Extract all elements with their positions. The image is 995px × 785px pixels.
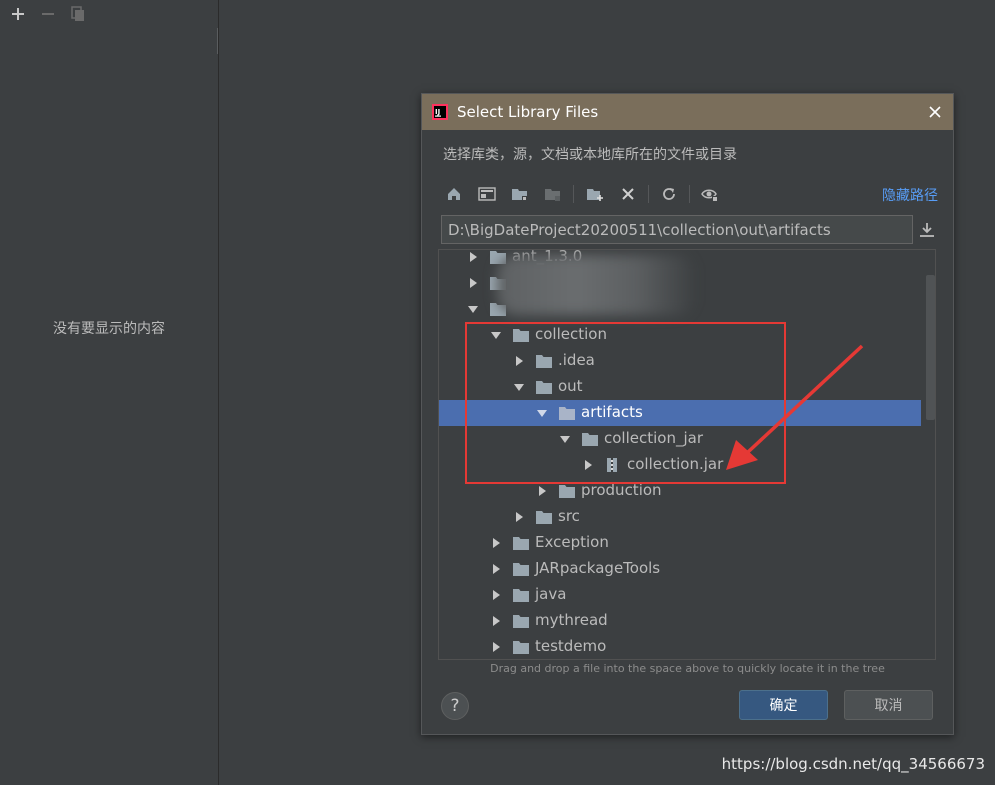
folder-icon bbox=[513, 615, 529, 628]
expand-down-arrow-icon[interactable] bbox=[513, 380, 525, 394]
tree-row[interactable]: collection_jar bbox=[439, 426, 921, 452]
tree-row-label: .idea bbox=[558, 351, 595, 369]
project-folder-icon[interactable] bbox=[509, 182, 531, 206]
tree-row-label: mythread bbox=[535, 611, 608, 629]
tree-row[interactable]: JARpackageTools bbox=[439, 556, 921, 582]
desktop-icon[interactable] bbox=[476, 182, 498, 206]
dialog-title: Select Library Files bbox=[457, 103, 599, 121]
folder-icon bbox=[536, 381, 552, 394]
expand-down-arrow-icon[interactable] bbox=[490, 328, 502, 342]
path-input[interactable]: D:\BigDateProject20200511\collection\out… bbox=[441, 215, 913, 244]
ok-button[interactable]: 确定 bbox=[739, 690, 828, 720]
file-chooser-toolbar: 隐藏路径 bbox=[443, 182, 938, 206]
drag-drop-hint: Drag and drop a file into the space abov… bbox=[490, 662, 885, 675]
expand-right-arrow-icon[interactable] bbox=[536, 484, 548, 498]
expand-down-arrow-icon[interactable] bbox=[559, 432, 571, 446]
download-icon[interactable] bbox=[916, 218, 938, 242]
tree-row-label: collection bbox=[535, 325, 607, 343]
tree-row-label: java bbox=[535, 585, 567, 603]
tree-row-label: Exception bbox=[535, 533, 609, 551]
expand-right-arrow-icon[interactable] bbox=[513, 510, 525, 524]
expand-right-arrow-icon[interactable] bbox=[467, 250, 479, 264]
folder-icon bbox=[536, 355, 552, 368]
tree-row-label: testdemo bbox=[535, 637, 607, 655]
tree-row-label: JARpackageTools bbox=[535, 559, 661, 577]
folder-icon bbox=[513, 537, 529, 550]
tree-row[interactable]: src bbox=[439, 504, 921, 530]
dialog-description: 选择库类，源，文档或本地库所在的文件或目录 bbox=[443, 147, 737, 163]
tree-row[interactable]: Exception bbox=[439, 530, 921, 556]
folder-icon bbox=[513, 563, 529, 576]
tree-row[interactable]: mythread bbox=[439, 608, 921, 634]
left-panel: 没有要显示的内容 bbox=[0, 0, 219, 785]
copy-icon[interactable] bbox=[68, 4, 88, 24]
tree-row-label: out bbox=[558, 377, 583, 395]
expand-down-arrow-icon[interactable] bbox=[536, 406, 548, 420]
expand-right-arrow-icon[interactable] bbox=[467, 276, 479, 290]
expand-right-arrow-icon[interactable] bbox=[490, 588, 502, 602]
module-folder-icon[interactable] bbox=[542, 182, 564, 206]
jar-file-icon bbox=[607, 458, 617, 472]
left-toolbar bbox=[8, 4, 88, 24]
tree-scrollbar[interactable] bbox=[926, 275, 935, 420]
expand-right-arrow-icon[interactable] bbox=[490, 640, 502, 654]
tree-row[interactable]: testdemo bbox=[439, 634, 921, 659]
new-folder-icon[interactable] bbox=[584, 182, 606, 206]
home-icon[interactable] bbox=[443, 182, 465, 206]
cancel-button[interactable]: 取消 bbox=[844, 690, 933, 720]
watermark: https://blog.csdn.net/qq_34566673 bbox=[721, 755, 985, 773]
folder-icon bbox=[513, 641, 529, 654]
empty-state-text: 没有要显示的内容 bbox=[53, 321, 165, 337]
remove-icon[interactable] bbox=[38, 4, 58, 24]
expand-right-arrow-icon[interactable] bbox=[582, 458, 594, 472]
folder-icon bbox=[582, 433, 598, 446]
add-icon[interactable] bbox=[8, 4, 28, 24]
tree-row-label: production bbox=[581, 481, 662, 499]
folder-icon bbox=[513, 589, 529, 602]
tree-row-label: src bbox=[558, 507, 580, 525]
expand-right-arrow-icon[interactable] bbox=[513, 354, 525, 368]
hide-path-link[interactable]: 隐藏路径 bbox=[882, 185, 938, 205]
tree-row[interactable]: .idea bbox=[439, 348, 921, 374]
file-tree[interactable]: ant_1.3.0collection.ideaoutartifactscoll… bbox=[438, 249, 936, 660]
show-hidden-icon[interactable] bbox=[699, 182, 721, 206]
tree-row[interactable]: out bbox=[439, 374, 921, 400]
folder-icon bbox=[513, 329, 529, 342]
delete-icon[interactable] bbox=[617, 182, 639, 206]
tree-row[interactable]: production bbox=[439, 478, 921, 504]
tree-row[interactable]: collection bbox=[439, 322, 921, 348]
tree-row-label: artifacts bbox=[581, 403, 643, 421]
panel-divider bbox=[217, 28, 218, 54]
blurred-region bbox=[497, 255, 697, 315]
select-library-files-dialog: IJ Select Library Files 选择库类，源，文档或本地库所在的… bbox=[421, 93, 954, 735]
expand-right-arrow-icon[interactable] bbox=[490, 614, 502, 628]
folder-icon bbox=[559, 407, 575, 420]
expand-down-arrow-icon[interactable] bbox=[467, 302, 479, 316]
folder-icon bbox=[559, 485, 575, 498]
tree-row-jar[interactable]: collection.jar bbox=[439, 452, 921, 478]
svg-text:IJ: IJ bbox=[435, 108, 440, 116]
tree-row[interactable]: artifacts bbox=[439, 400, 921, 426]
tree-row-label: collection.jar bbox=[627, 455, 724, 473]
expand-right-arrow-icon[interactable] bbox=[490, 562, 502, 576]
close-icon[interactable] bbox=[925, 102, 945, 122]
dialog-title-bar[interactable]: IJ Select Library Files bbox=[422, 94, 953, 130]
expand-right-arrow-icon[interactable] bbox=[490, 536, 502, 550]
tree-row[interactable]: java bbox=[439, 582, 921, 608]
folder-icon bbox=[536, 511, 552, 524]
refresh-icon[interactable] bbox=[658, 182, 680, 206]
help-button[interactable]: ? bbox=[441, 692, 469, 720]
tree-row-label: collection_jar bbox=[604, 429, 703, 447]
intellij-app-icon: IJ bbox=[432, 104, 448, 120]
